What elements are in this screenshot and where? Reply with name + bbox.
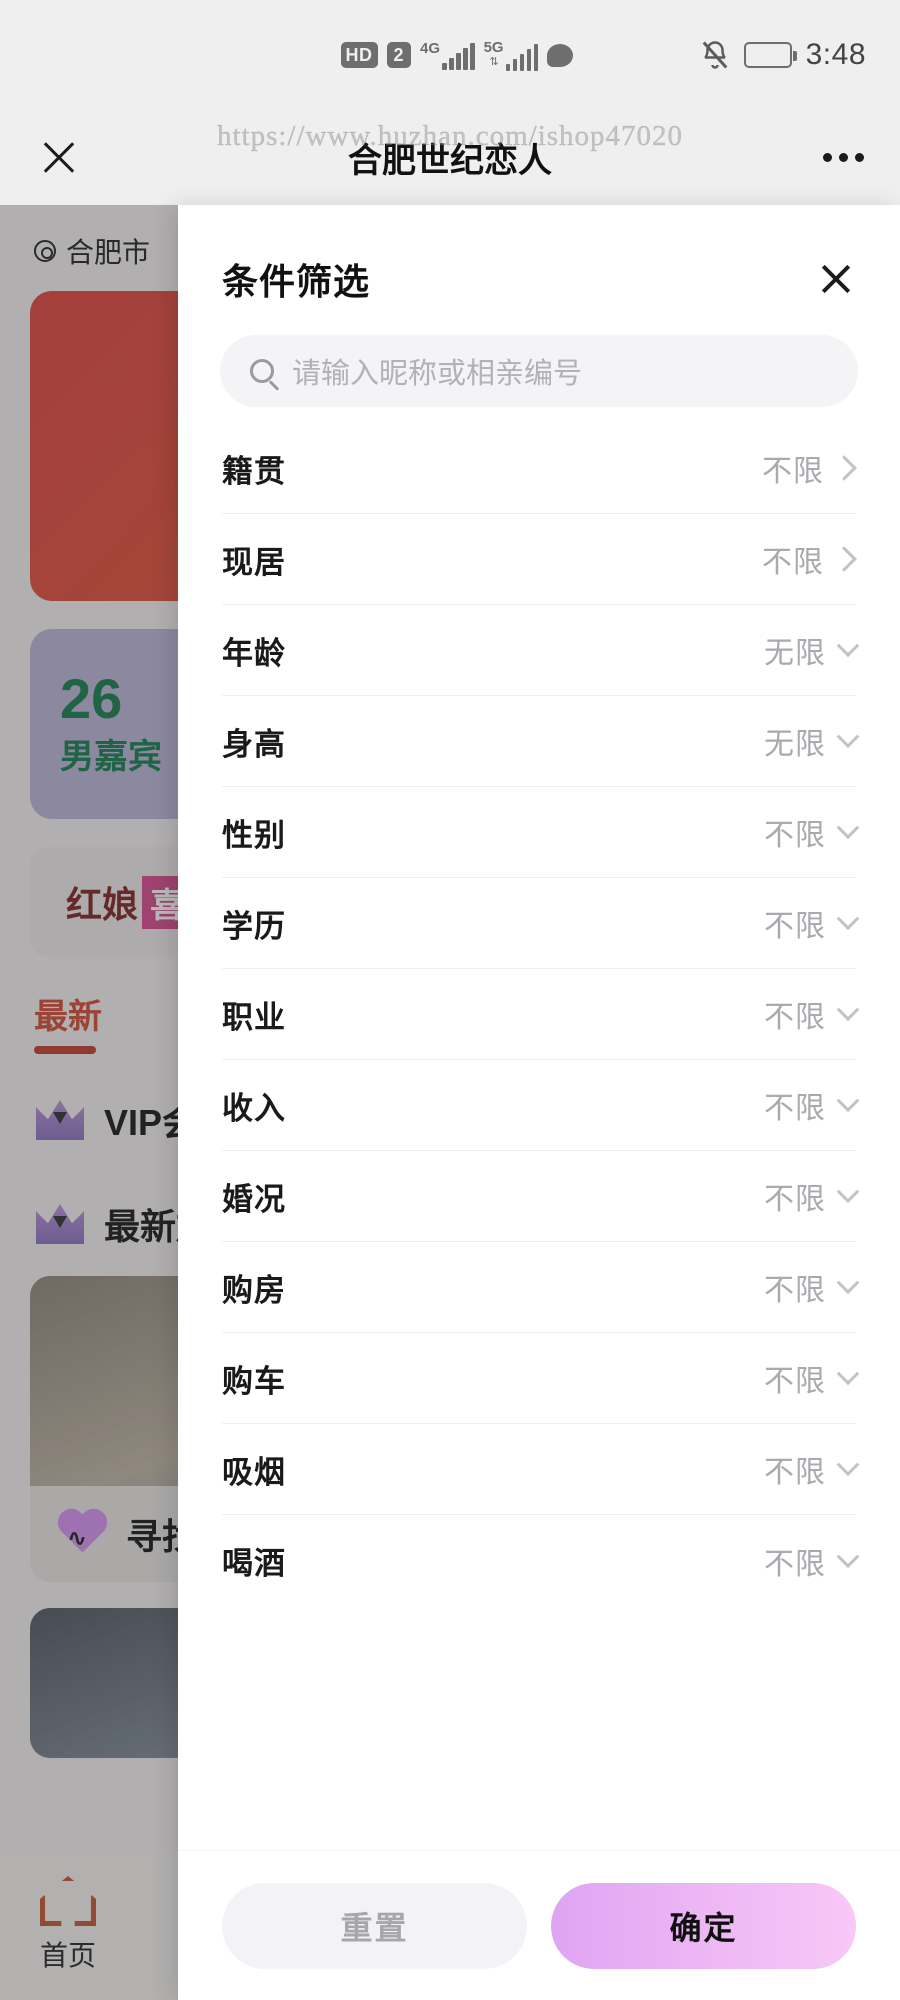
- filter-row-label: 吸烟: [222, 1454, 286, 1490]
- data-arrows-icon: ⇅: [489, 55, 498, 68]
- filter-row-label: 籍贯: [222, 453, 286, 489]
- filter-row-label: 购车: [222, 1363, 286, 1399]
- chevron-down-icon: [836, 634, 860, 658]
- filter-row-label: 年龄: [222, 635, 286, 671]
- filter-row-list: 籍贯 不限 现居 不限 年龄 无限 身高 无限 性别 不限 学历 不限 职业 不限 收入 不限 婚况 不限 购房 不限…: [178, 423, 900, 1850]
- search-placeholder: 请输入昵称或相亲编号: [292, 358, 583, 390]
- filter-row-1[interactable]: 现居 不限: [222, 514, 857, 605]
- filter-row-value: 不限: [764, 1456, 826, 1489]
- filter-row-3[interactable]: 身高 无限: [222, 696, 860, 787]
- search-input[interactable]: 请输入昵称或相亲编号: [220, 335, 858, 407]
- chevron-down-icon: [836, 1453, 860, 1477]
- signal-5g-icon: 5G ⇅: [484, 40, 539, 71]
- bell-muted-icon: [702, 41, 727, 69]
- reset-button[interactable]: 重置: [222, 1882, 527, 1969]
- filter-row-value-group: 不限: [764, 992, 860, 1036]
- filter-row-value-group: 不限: [764, 1539, 860, 1583]
- filter-row-10[interactable]: 购车 不限: [222, 1333, 860, 1424]
- signal-bars-4g: [442, 42, 475, 70]
- filter-row-value: 不限: [764, 910, 826, 943]
- page-header: 合肥世纪恋人: [0, 110, 900, 205]
- battery-low-icon: [743, 42, 797, 68]
- filter-row-value: 无限: [764, 728, 826, 761]
- filter-row-value-group: 不限: [764, 1083, 860, 1127]
- filter-row-value: 不限: [762, 546, 824, 579]
- filter-row-label: 性别: [222, 817, 286, 853]
- filter-row-value-group: 不限: [764, 1447, 860, 1491]
- chevron-down-icon: [836, 725, 860, 749]
- signal-4g-icon: 4G: [420, 41, 475, 70]
- filter-row-value-group: 不限: [764, 1356, 860, 1400]
- chevron-down-icon: [836, 998, 860, 1022]
- status-bar-indicators: HD 2 4G 5G ⇅: [340, 40, 574, 71]
- chevron-down-icon: [836, 1089, 860, 1113]
- confirm-button[interactable]: 确定: [551, 1882, 856, 1969]
- filter-row-label: 现居: [222, 544, 286, 580]
- filter-row-value-group: 不限: [764, 1174, 860, 1218]
- filter-row-value: 不限: [762, 455, 824, 488]
- filter-row-value: 不限: [764, 1001, 826, 1034]
- chevron-down-icon: [836, 907, 860, 931]
- message-bubble-icon: [547, 43, 574, 67]
- search-container: 请输入昵称或相亲编号: [178, 305, 900, 423]
- chevron-down-icon: [836, 1180, 860, 1204]
- filter-row-label: 婚况: [222, 1181, 286, 1217]
- filter-row-value-group: 无限: [764, 628, 860, 672]
- filter-row-value-group: 不限: [764, 810, 860, 854]
- filter-row-label: 身高: [222, 726, 286, 762]
- filter-row-value-group: 无限: [764, 719, 860, 763]
- filter-row-11[interactable]: 吸烟 不限: [222, 1424, 860, 1515]
- filter-panel-header: 条件筛选: [178, 205, 900, 305]
- filter-row-value-group: 不限: [764, 901, 860, 945]
- filter-row-value: 不限: [764, 1274, 826, 1307]
- filter-row-label: 购房: [222, 1272, 286, 1308]
- status-bar-right: 3:48: [700, 38, 866, 72]
- filter-panel: 条件筛选 请输入昵称或相亲编号 籍贯 不限 现居 不限 年龄 无限 身高 无限 性别 不限 学历 不限…: [178, 205, 900, 2000]
- filter-row-5[interactable]: 学历 不限: [222, 878, 860, 969]
- filter-row-12[interactable]: 喝酒 不限: [222, 1515, 860, 1606]
- filter-row-9[interactable]: 购房 不限: [222, 1242, 860, 1333]
- page-title: 合肥世纪恋人: [348, 142, 552, 180]
- filter-row-value: 不限: [764, 819, 826, 852]
- filter-row-value: 不限: [764, 1092, 826, 1125]
- filter-row-7[interactable]: 收入 不限: [222, 1060, 860, 1151]
- filter-row-label: 职业: [222, 999, 286, 1035]
- chevron-down-icon: [836, 1271, 860, 1295]
- chevron-down-icon: [836, 1362, 860, 1386]
- filter-panel-footer: 重置 确定: [178, 1850, 900, 2000]
- close-icon[interactable]: [816, 259, 856, 299]
- filter-row-value: 不限: [764, 1183, 826, 1216]
- filter-row-value-group: 不限: [762, 446, 857, 490]
- filter-row-value: 无限: [764, 637, 826, 670]
- filter-row-label: 收入: [222, 1090, 286, 1126]
- filter-row-6[interactable]: 职业 不限: [222, 969, 860, 1060]
- filter-row-4[interactable]: 性别 不限: [222, 787, 860, 878]
- filter-row-value-group: 不限: [762, 537, 857, 581]
- network-4g-label: 4G: [420, 39, 441, 57]
- filter-panel-title: 条件筛选: [222, 261, 371, 302]
- chevron-right-icon: [831, 546, 857, 572]
- filter-row-value: 不限: [764, 1547, 826, 1581]
- close-icon[interactable]: [36, 135, 82, 181]
- status-bar: HD 2 4G 5G ⇅ 3:48: [0, 0, 900, 110]
- filter-row-value-group: 不限: [764, 1265, 860, 1309]
- more-options-icon[interactable]: [823, 153, 864, 162]
- search-icon: [250, 359, 274, 383]
- clock-label: 3:48: [805, 38, 866, 71]
- filter-row-label: 喝酒: [222, 1546, 286, 1581]
- signal-bars-5g: [505, 43, 539, 71]
- sim2-badge-icon: 2: [386, 42, 412, 68]
- filter-row-8[interactable]: 婚况 不限: [222, 1151, 860, 1242]
- filter-row-value: 不限: [764, 1365, 826, 1398]
- chevron-right-icon: [831, 455, 857, 481]
- filter-row-0[interactable]: 籍贯 不限: [222, 423, 857, 514]
- filter-row-label: 学历: [222, 908, 286, 944]
- chevron-down-icon: [836, 1544, 860, 1568]
- filter-row-2[interactable]: 年龄 无限: [222, 605, 860, 696]
- network-5g-label: 5G: [483, 38, 504, 56]
- hd-badge-icon: HD: [340, 42, 378, 68]
- chevron-down-icon: [836, 816, 860, 840]
